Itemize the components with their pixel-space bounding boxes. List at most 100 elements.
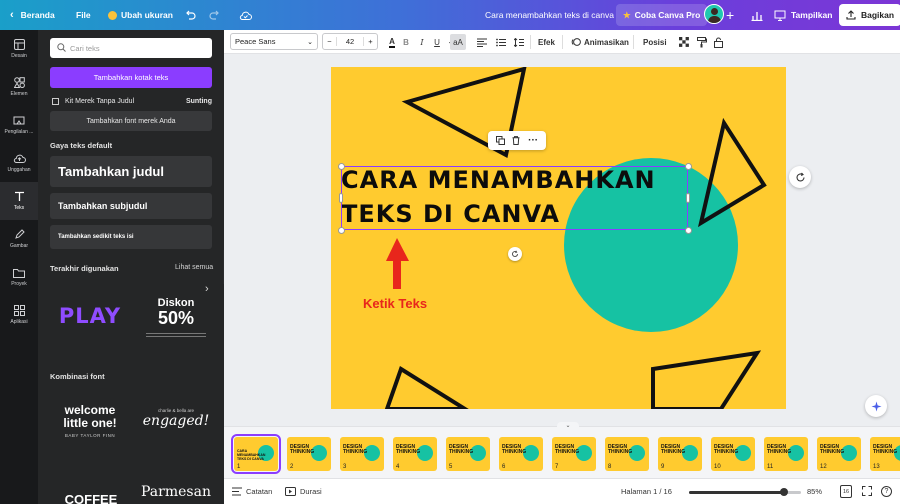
chevron-down-icon[interactable]: ⌄ [557,422,579,430]
rail-item-uploads[interactable]: Unggahan [0,144,38,182]
search-input[interactable]: Cari teks [50,38,212,58]
page-grid-button[interactable]: 16 [840,485,852,498]
present-button[interactable]: Tampilkan [774,0,832,30]
undo-button[interactable] [184,0,196,30]
font-combo-welcome[interactable]: welcome little one! BABY TAYLOR FINN [52,404,128,454]
zoom-slider-handle[interactable] [780,488,788,496]
font-combo-parmesan[interactable]: Parmesan [138,484,214,504]
bold-button[interactable]: B [400,34,412,50]
transparency-button[interactable] [678,34,690,50]
design-page[interactable] [331,67,786,409]
resize-handle-left[interactable] [339,193,343,203]
add-body-text-button[interactable]: Tambahkan sedikit teks isi [50,225,212,249]
document-title[interactable]: Cara menambahkan teks di canva [485,0,614,30]
file-menu[interactable]: File [76,0,91,30]
edit-brand-kit-link[interactable]: Sunting [186,98,212,105]
font-family-select[interactable]: Peace Sans ⌄ [230,33,318,50]
thumbnail-page-number: 1 [237,464,241,470]
rotate-handle[interactable] [508,247,522,261]
page-thumbnail[interactable]: DESIGN THINKING 3 [340,437,384,471]
text-color-button[interactable]: A [385,34,399,50]
align-button[interactable] [476,34,488,50]
fullscreen-button[interactable] [862,485,872,498]
see-all-link[interactable]: Lihat semua [175,264,213,271]
effects-button[interactable]: Efek [538,34,555,50]
save-status[interactable] [239,0,252,30]
add-heading-button[interactable]: Tambahkan judul [50,156,212,187]
page-thumbnail[interactable]: DESIGN THINKING 4 [393,437,437,471]
page-thumbnail[interactable]: DESIGN THINKING 9 [658,437,702,471]
font-combo-engaged[interactable]: charlie & bella are engaged! [138,408,214,448]
rail-item-projects[interactable]: Proyek [0,258,38,296]
resize-handle-bl[interactable] [338,227,345,234]
help-button[interactable]: ? [881,486,892,497]
add-textbox-button[interactable]: Tambahkan kotak teks [50,67,212,88]
page-thumbnail[interactable]: DESIGN THINKING 11 [764,437,808,471]
rail-item-design[interactable]: Desain [0,30,38,68]
duplicate-icon[interactable] [495,136,505,145]
add-collaborator-button[interactable]: + [726,0,734,30]
avatar[interactable] [704,4,724,24]
letter-case-button[interactable]: aA [450,34,466,50]
resize-handle-right[interactable] [686,193,690,203]
recent-font-play[interactable]: PLAY [52,282,128,350]
resize-handle-br[interactable] [685,227,692,234]
try-pro-button[interactable]: ★ Coba Canva Pro [616,4,708,26]
rail-item-apps[interactable]: Aplikasi [0,296,38,334]
rail-item-elements[interactable]: Elemen [0,68,38,106]
page-thumbnail[interactable]: DESIGN THINKING 7 [552,437,596,471]
plus-icon[interactable]: + [363,37,377,46]
thumbnail-page-number: 4 [396,464,400,470]
font-size-stepper[interactable]: − 42 + [322,33,378,50]
animate-button[interactable]: Animasikan [571,34,629,50]
rail-item-text[interactable]: Teks [0,182,38,220]
spacing-button[interactable] [513,34,525,50]
home-button[interactable]: ‹ Beranda [10,0,55,30]
page-thumbnail[interactable]: DESIGN THINKING 2 [287,437,331,471]
page-thumbnail[interactable]: DESIGN THINKING 8 [605,437,649,471]
lock-button[interactable] [712,34,724,50]
underline-button[interactable]: U [431,34,443,50]
page-thumbnail[interactable]: DESIGN THINKING 6 [499,437,543,471]
zoom-level[interactable]: 85% [807,487,822,496]
chevron-right-icon[interactable]: › [205,283,209,295]
refresh-design-button[interactable] [789,166,811,188]
share-button[interactable]: Bagikan [839,4,900,26]
add-subheading-button[interactable]: Tambahkan subjudul [50,193,212,219]
toolbar-divider [562,35,563,49]
zoom-slider[interactable] [689,488,801,496]
red-arrow-shape[interactable] [386,238,409,289]
page-thumbnail[interactable]: DESIGN THINKING 12 [817,437,861,471]
copy-style-button[interactable] [696,34,708,50]
resize-handle-tr[interactable] [685,163,692,170]
more-options-icon[interactable]: ··· [528,135,538,145]
magic-assistant-button[interactable] [865,395,887,417]
insights-button[interactable] [746,4,768,26]
page-thumbnail[interactable]: DESIGN THINKING 13 [870,437,900,471]
page-thumbnail[interactable]: DESIGN THINKING 10 [711,437,755,471]
recent-font-discount[interactable]: Diskon 50% [138,287,214,355]
duration-button[interactable]: Durasi [285,487,322,496]
position-button[interactable]: Posisi [643,34,667,50]
rail-item-brand[interactable]: Pengilalan ... [0,106,38,144]
page-thumbnail[interactable]: DESIGN THINKING 5 [446,437,490,471]
text-selection-box[interactable] [341,166,688,230]
add-brand-font-button[interactable]: Tambahkan font merek Anda [50,111,212,131]
page-thumbnail[interactable]: CARA MENAMBAHKAN TEKS DI CANVA 1 [231,434,281,474]
triangle-shape-bottom-right[interactable] [651,350,762,409]
shapes-icon [13,77,25,88]
resize-button[interactable]: Ubah ukuran [108,0,173,30]
notes-button[interactable]: Catatan [232,487,272,496]
resize-handle-tl[interactable] [338,163,345,170]
minus-icon[interactable]: − [323,37,337,46]
rail-item-draw[interactable]: Gambar [0,220,38,258]
list-button[interactable] [495,34,507,50]
font-combo-coffee[interactable]: COFFEE [56,492,126,504]
page-indicator[interactable]: Halaman 1 / 16 [621,487,672,496]
triangle-shape-bottom-left[interactable] [384,365,469,409]
annotation-label[interactable]: Ketik Teks [363,296,427,311]
text-toolbar: Peace Sans ⌄ − 42 + A B I U S aA Efek An… [224,30,900,54]
italic-button[interactable]: I [416,34,428,50]
redo-button[interactable] [209,0,221,30]
trash-icon[interactable] [512,136,520,145]
